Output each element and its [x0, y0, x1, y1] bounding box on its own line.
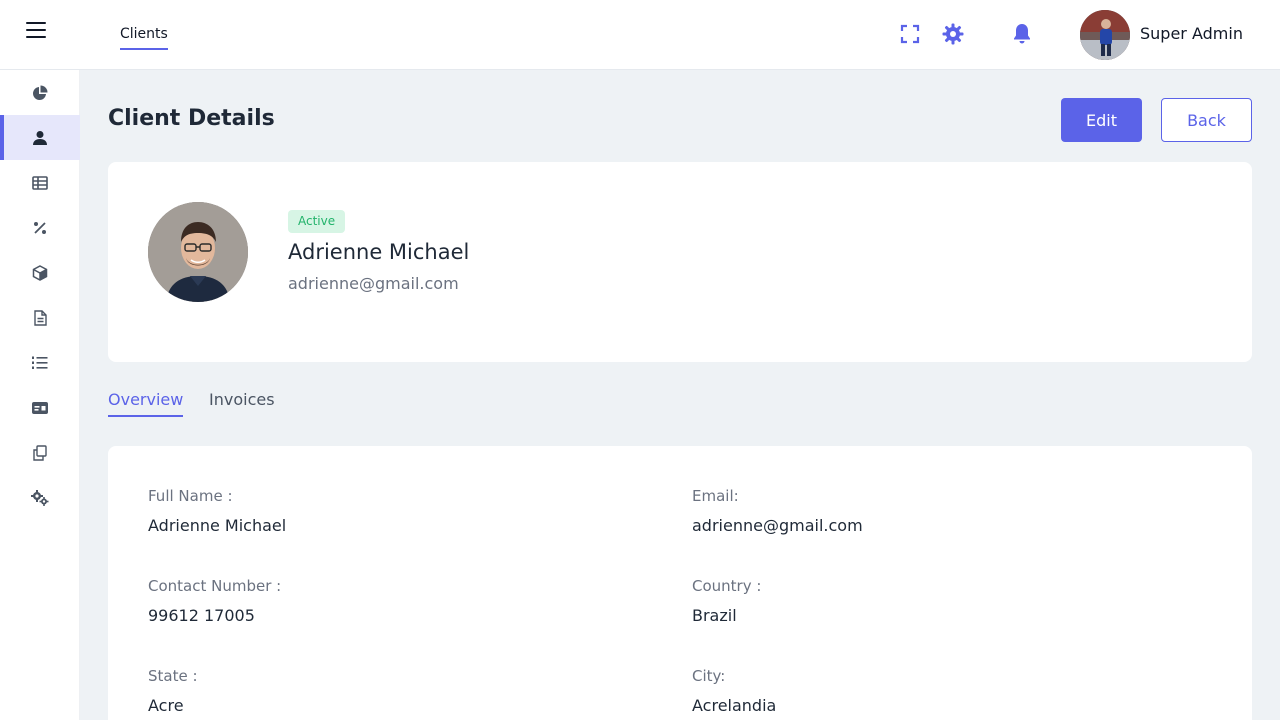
- profile-card: Active Adrienne Michael adrienne@gmail.c…: [108, 162, 1252, 362]
- sidebar-item-settings[interactable]: [0, 475, 80, 520]
- state-label: State :: [148, 667, 198, 685]
- state-value: Acre: [148, 696, 184, 715]
- id-card-icon: [32, 401, 48, 414]
- contact-number-value: 99612 17005: [148, 606, 255, 625]
- document-icon: [33, 309, 47, 326]
- box-icon: [32, 264, 48, 281]
- settings-gear-icon[interactable]: [942, 22, 964, 46]
- page-title: Client Details: [108, 106, 275, 131]
- user-name[interactable]: Super Admin: [1140, 24, 1243, 43]
- top-bar: Clients Super Admin: [0, 0, 1280, 70]
- sidebar-item-cards[interactable]: [0, 385, 80, 430]
- client-name: Adrienne Michael: [288, 240, 470, 264]
- percent-icon: [34, 221, 46, 234]
- sidebar: [0, 70, 80, 720]
- gears-icon: [31, 489, 49, 506]
- user-icon: [33, 130, 47, 145]
- sidebar-item-copy[interactable]: [0, 430, 80, 475]
- copy-icon: [33, 444, 47, 461]
- table-icon: [32, 175, 48, 190]
- city-label: City:: [692, 667, 726, 685]
- email-value: adrienne@gmail.com: [692, 516, 863, 535]
- sidebar-item-clients[interactable]: [0, 115, 80, 160]
- back-button[interactable]: Back: [1161, 98, 1252, 142]
- client-email: adrienne@gmail.com: [288, 274, 459, 293]
- full-name-value: Adrienne Michael: [148, 516, 287, 535]
- hamburger-menu-icon[interactable]: [26, 22, 46, 42]
- sidebar-item-products[interactable]: [0, 250, 80, 295]
- sidebar-item-percent[interactable]: [0, 205, 80, 250]
- client-avatar: [148, 202, 248, 302]
- sidebar-item-dashboard[interactable]: [0, 70, 80, 115]
- notification-bell-icon[interactable]: [1011, 22, 1033, 46]
- pie-chart-icon: [33, 85, 48, 100]
- tab-overview[interactable]: Overview: [108, 390, 184, 417]
- sidebar-item-list[interactable]: [0, 340, 80, 385]
- sidebar-item-table[interactable]: [0, 160, 80, 205]
- tab-clients[interactable]: Clients: [120, 26, 168, 50]
- city-value: Acrelandia: [692, 696, 777, 715]
- tab-invoices[interactable]: Invoices: [209, 390, 275, 415]
- fullscreen-icon[interactable]: [899, 22, 921, 46]
- country-value: Brazil: [692, 606, 737, 625]
- details-card: Full Name : Adrienne Michael Email: adri…: [108, 446, 1252, 720]
- country-label: Country :: [692, 577, 762, 595]
- user-avatar[interactable]: [1080, 10, 1130, 60]
- contact-number-label: Contact Number :: [148, 577, 282, 595]
- full-name-label: Full Name :: [148, 487, 233, 505]
- list-icon: [32, 356, 48, 369]
- email-label: Email:: [692, 487, 739, 505]
- edit-button[interactable]: Edit: [1061, 98, 1142, 142]
- status-badge: Active: [288, 210, 346, 233]
- sidebar-item-documents[interactable]: [0, 295, 80, 340]
